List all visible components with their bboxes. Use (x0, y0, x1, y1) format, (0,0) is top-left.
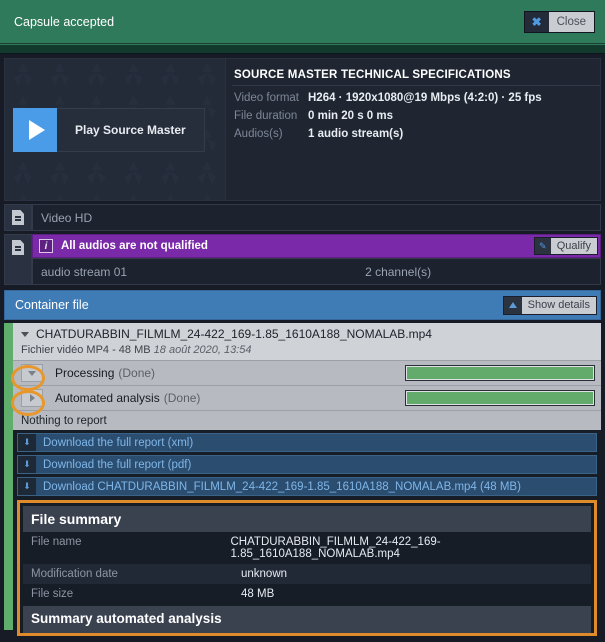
file-meta-date: 18 août 2020, 13:54 (153, 344, 252, 356)
file-meta-text: Fichier vidéo MP4 - 48 MB (21, 344, 151, 356)
summary-key: File size (31, 588, 74, 600)
download-pdf-report[interactable]: ⬇ Download the full report (pdf) (17, 455, 597, 474)
close-button-label: Close (556, 15, 586, 28)
summary-row-file-name: File name CHATDURABBIN_FILMLM_24-422_169… (23, 532, 591, 564)
audio-file-icon-cell (4, 234, 32, 285)
download-xml-label: Download the full report (xml) (43, 436, 194, 449)
audio-track-row: i All audios are not qualified ✎ Qualify… (4, 234, 601, 285)
audio-warning-text: All audios are not qualified (61, 240, 208, 252)
container-file-details: CHATDURABBIN_FILMLM_24-422_169-1.85_1610… (4, 323, 601, 636)
summary-key: File name (31, 536, 82, 548)
spec-value: 0 min 20 s 0 ms (308, 110, 394, 122)
caret-right-icon (29, 394, 35, 402)
file-header: CHATDURABBIN_FILMLM_24-422_169-1.85_1610… (13, 323, 601, 360)
summary-key: Modification date (31, 568, 118, 580)
play-source-master-button[interactable]: Play Source Master (13, 107, 205, 152)
task-row-processing: Processing (Done) (13, 360, 601, 385)
play-triangle-icon (29, 119, 45, 140)
spec-key: Audios(s) (234, 128, 283, 140)
file-document-icon (12, 210, 24, 225)
technical-specifications: SOURCE MASTER TECHNICAL SPECIFICATIONS V… (226, 59, 600, 200)
banner-accent-strip (0, 44, 605, 54)
spec-key: File duration (234, 110, 298, 122)
automated-analysis-state: (Done) (163, 391, 201, 405)
close-button[interactable]: ✖ Close (523, 10, 595, 33)
source-master-panel: Play Source Master SOURCE MASTER TECHNIC… (4, 58, 601, 201)
spec-value: 1 audio stream(s) (308, 128, 404, 140)
capsule-detail-window: Capsule accepted ✖ Close Play Source Mas… (0, 0, 605, 642)
audio-stream-label: audio stream 01 (41, 264, 128, 279)
task-row-automated-analysis: Automated analysis (Done) (13, 385, 601, 410)
caret-down-icon (28, 370, 36, 376)
download-icon: ⬇ (18, 456, 36, 473)
summary-value: 48 MB (241, 588, 275, 600)
download-source-file[interactable]: ⬇ Download CHATDURABBIN_FILMLM_24-422_16… (17, 477, 597, 496)
file-summary-panel: File summary File name CHATDURABBIN_FILM… (17, 500, 597, 636)
status-strip-green (4, 323, 13, 630)
qualify-button-label: Qualify (556, 240, 591, 252)
info-icon: i (39, 239, 53, 253)
processing-toggle[interactable] (21, 364, 43, 382)
automated-analysis-toggle[interactable] (21, 389, 43, 407)
container-file-bar: Container file Show details (4, 290, 601, 320)
file-name-row[interactable]: CHATDURABBIN_FILMLM_24-422_169-1.85_1610… (13, 327, 601, 341)
summary-value: CHATDURABBIN_FILMLM_24-422_169-1.85_1610… (230, 536, 441, 560)
summary-container-row[interactable]: Container (23, 631, 591, 633)
summary-analysis-heading: Summary automated analysis (23, 606, 591, 631)
download-xml-report[interactable]: ⬇ Download the full report (xml) (17, 433, 597, 452)
automated-analysis-progress-bar (405, 390, 595, 406)
banner-title: Capsule accepted (14, 14, 115, 29)
spec-row-audios: Audios(s) 1 audio stream(s) (232, 125, 600, 143)
file-name-text: CHATDURABBIN_FILMLM_24-422_169-1.85_1610… (36, 327, 432, 341)
summary-value: unknown (241, 568, 288, 580)
qualify-button[interactable]: ✎ Qualify (533, 237, 598, 255)
video-thumbnail: Play Source Master (5, 59, 226, 200)
capsule-accepted-banner: Capsule accepted ✖ Close (0, 0, 605, 44)
triangle-up-icon (503, 296, 522, 314)
container-file-label: Container file (15, 298, 89, 312)
processing-label: Processing (55, 366, 115, 380)
file-document-icon (12, 240, 24, 255)
show-details-label: Show details (527, 298, 590, 311)
download-icon: ⬇ (18, 434, 36, 451)
video-file-icon-cell (4, 204, 32, 231)
file-meta-row: Fichier vidéo MP4 - 48 MB 18 août 2020, … (13, 341, 601, 356)
audio-warning-banner: i All audios are not qualified ✎ Qualify (32, 234, 601, 258)
pencil-icon: ✎ (534, 238, 551, 254)
summary-row-modification-date: Modification date unknown (23, 564, 591, 584)
play-source-master-label: Play Source Master (57, 107, 205, 152)
play-button-square[interactable] (13, 107, 57, 152)
close-x-icon: ✖ (524, 11, 549, 32)
processing-state: (Done) (118, 366, 156, 380)
file-summary-heading: File summary (23, 506, 591, 532)
processing-progress-bar (405, 365, 595, 381)
summary-row-file-size: File size 48 MB (23, 584, 591, 604)
spec-row-video-format: Video format H264 · 1920x1080@19 Mbps (4… (232, 89, 600, 107)
video-track-row: Video HD (4, 204, 601, 231)
nothing-to-report-row: Nothing to report (13, 410, 601, 430)
specs-title: SOURCE MASTER TECHNICAL SPECIFICATIONS (232, 67, 600, 86)
spec-row-file-duration: File duration 0 min 20 s 0 ms (232, 107, 600, 125)
video-track-label[interactable]: Video HD (32, 204, 601, 231)
caret-down-icon (21, 331, 29, 337)
download-icon: ⬇ (18, 478, 36, 495)
spec-key: Video format (234, 92, 299, 104)
show-details-button[interactable]: Show details (502, 295, 597, 315)
audio-stream-row[interactable]: audio stream 01 2 channel(s) (32, 258, 601, 285)
audio-stream-channels: 2 channel(s) (365, 264, 432, 279)
spec-value: H264 · 1920x1080@19 Mbps (4:2:0) · 25 fp… (308, 92, 542, 104)
automated-analysis-label: Automated analysis (55, 391, 160, 405)
download-links: ⬇ Download the full report (xml) ⬇ Downl… (13, 430, 601, 496)
download-pdf-label: Download the full report (pdf) (43, 458, 192, 471)
download-source-label: Download CHATDURABBIN_FILMLM_24-422_169-… (43, 480, 521, 493)
